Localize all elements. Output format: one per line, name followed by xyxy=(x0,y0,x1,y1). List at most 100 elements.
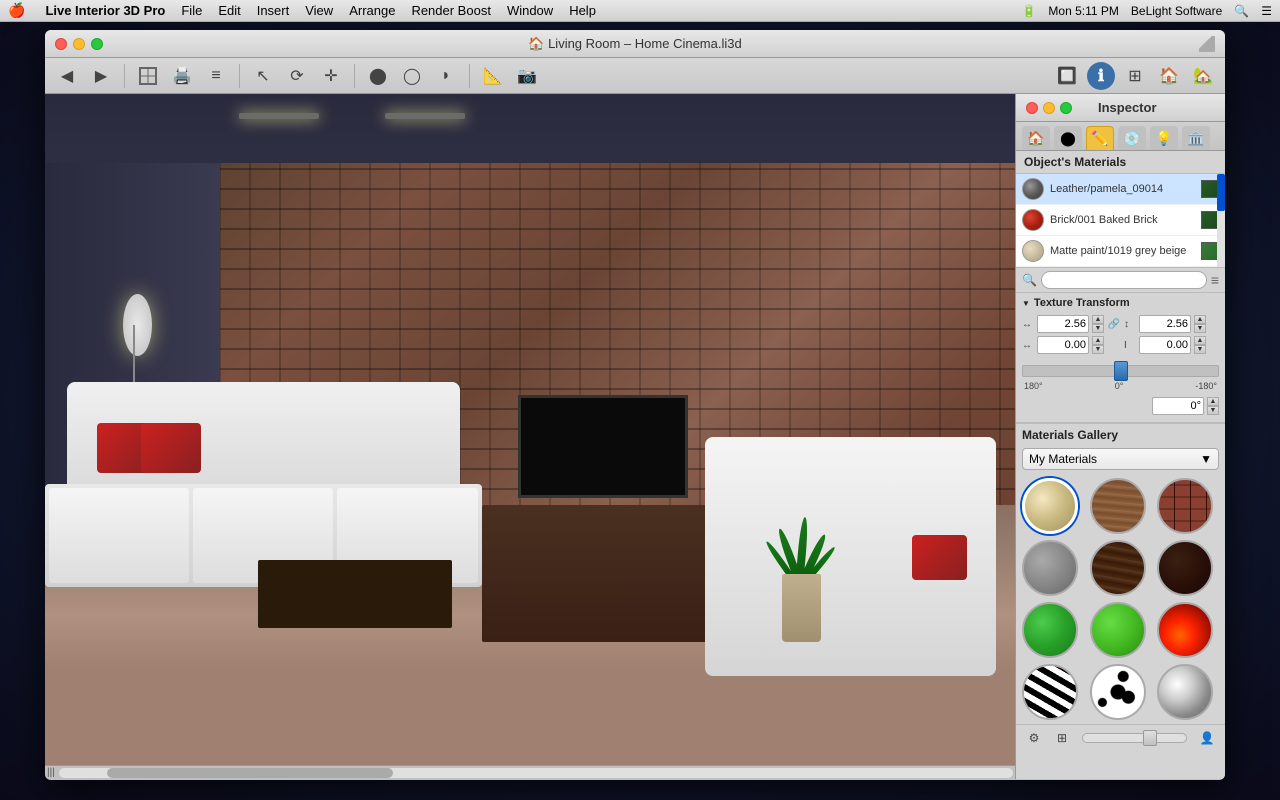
height-step-down[interactable]: ▼ xyxy=(1194,324,1206,333)
inspector-titlebar: Inspector xyxy=(1016,94,1225,122)
forward-button[interactable]: ▶ xyxy=(87,62,115,90)
floorplan-button[interactable] xyxy=(134,62,162,90)
height-step-up[interactable]: ▲ xyxy=(1194,315,1206,324)
x-step-down[interactable]: ▼ xyxy=(1092,345,1104,354)
scrollbar-track[interactable] xyxy=(59,768,1013,778)
edit-tool[interactable]: ⟳ xyxy=(283,62,311,90)
settings-icon[interactable]: ⚙ xyxy=(1022,728,1046,748)
texture-y-input[interactable]: 0.00 xyxy=(1139,336,1191,354)
eyedropper-icon[interactable]: 🔍 xyxy=(1022,273,1037,287)
menu-arrange[interactable]: Arrange xyxy=(349,3,395,18)
rotation-thumb[interactable] xyxy=(1114,361,1128,381)
tab-object[interactable]: ⬤ xyxy=(1054,126,1082,150)
tab-texture[interactable]: 💿 xyxy=(1118,126,1146,150)
gallery-item-dark-wood[interactable] xyxy=(1090,540,1146,596)
maximize-button[interactable] xyxy=(91,38,103,50)
view-2d[interactable]: ⊞ xyxy=(1121,62,1149,90)
menu-app-name[interactable]: Live Interior 3D Pro xyxy=(45,3,165,18)
x-stepper[interactable]: ▲ ▼ xyxy=(1092,336,1104,354)
gallery-item-beige[interactable] xyxy=(1022,478,1078,534)
width-step-up[interactable]: ▲ xyxy=(1092,315,1104,324)
material-item-leather[interactable]: Leather/pamela_09014 xyxy=(1016,174,1225,205)
gallery-dropdown[interactable]: My Materials ▼ xyxy=(1022,448,1219,470)
draw-point[interactable]: ⬤ xyxy=(364,62,392,90)
inspector-close[interactable] xyxy=(1026,102,1038,114)
menu-render-boost[interactable]: Render Boost xyxy=(411,3,491,18)
menu-view[interactable]: View xyxy=(305,3,333,18)
inspector-minimize[interactable] xyxy=(1043,102,1055,114)
texture-width-input[interactable]: 2.56 xyxy=(1037,315,1089,333)
tab-structure[interactable]: 🏛️ xyxy=(1182,126,1210,150)
texture-x-input[interactable]: 0.00 xyxy=(1037,336,1089,354)
person-icon[interactable]: 👤 xyxy=(1195,728,1219,748)
info-button[interactable]: ℹ xyxy=(1087,62,1115,90)
material-item-brick[interactable]: Brick/001 Baked Brick xyxy=(1016,205,1225,236)
3d-view-button[interactable]: 🔲 xyxy=(1053,62,1081,90)
texture-width-row: ↔ 2.56 ▲ ▼ 🔗 ↕ 2.56 xyxy=(1022,315,1219,333)
tab-home[interactable]: 🏠 xyxy=(1022,126,1050,150)
move-tool[interactable]: ✛ xyxy=(317,62,345,90)
gallery-item-fire[interactable] xyxy=(1157,602,1213,658)
viewport[interactable]: ||| xyxy=(45,94,1015,779)
gallery-item-wood[interactable] xyxy=(1090,478,1146,534)
y-step-down[interactable]: ▼ xyxy=(1194,345,1206,354)
viewport-scrollbar[interactable]: ||| xyxy=(45,765,1015,779)
tab-lighting[interactable]: 💡 xyxy=(1150,126,1178,150)
inspector-maximize[interactable] xyxy=(1060,102,1072,114)
coffee-table xyxy=(258,560,452,629)
minimize-button[interactable] xyxy=(73,38,85,50)
select-tool[interactable]: ↖ xyxy=(249,62,277,90)
apple-menu[interactable]: 🍎 xyxy=(8,2,25,19)
draw-arc[interactable]: ◗ xyxy=(432,62,460,90)
menu-insert[interactable]: Insert xyxy=(257,3,290,18)
view-house[interactable]: 🏠 xyxy=(1155,62,1183,90)
rotation-step-down[interactable]: ▼ xyxy=(1207,406,1219,415)
rotation-stepper[interactable]: ▲ ▼ xyxy=(1207,397,1219,415)
gallery-item-lime[interactable] xyxy=(1090,602,1146,658)
window-titlebar: 🏠 Living Room – Home Cinema.li3d xyxy=(45,30,1225,58)
rotation-track[interactable] xyxy=(1022,365,1219,377)
tab-materials[interactable]: ✏️ xyxy=(1086,126,1114,150)
measure-tool[interactable]: 📐 xyxy=(479,62,507,90)
height-stepper[interactable]: ▲ ▼ xyxy=(1194,315,1206,333)
x-step-up[interactable]: ▲ xyxy=(1092,336,1104,345)
close-button[interactable] xyxy=(55,38,67,50)
list-button[interactable]: ≡ xyxy=(202,62,230,90)
y-step-up[interactable]: ▲ xyxy=(1194,336,1206,345)
rotation-value-input[interactable]: 0° xyxy=(1152,397,1204,415)
gallery-item-brick[interactable] xyxy=(1157,478,1213,534)
menu-help[interactable]: Help xyxy=(569,3,596,18)
add-icon[interactable]: ⊞ xyxy=(1050,728,1074,748)
draw-circle[interactable]: ◯ xyxy=(398,62,426,90)
print-button[interactable]: 🖨️ xyxy=(168,62,196,90)
gallery-item-zebra[interactable] xyxy=(1022,664,1078,720)
search-icon[interactable]: 🔍 xyxy=(1234,4,1249,18)
rotation-slider-container[interactable] xyxy=(1022,365,1219,377)
separator-2 xyxy=(239,64,240,88)
back-button[interactable]: ◀ xyxy=(53,62,81,90)
width-step-down[interactable]: ▼ xyxy=(1092,324,1104,333)
material-item-paint[interactable]: Matte paint/1019 grey beige xyxy=(1016,236,1225,267)
view-exterior[interactable]: 🏡 xyxy=(1189,62,1217,90)
gallery-item-spot[interactable] xyxy=(1090,664,1146,720)
texture-height-input[interactable]: 2.56 xyxy=(1139,315,1191,333)
materials-section-header: Object's Materials xyxy=(1016,151,1225,174)
menu-icon[interactable]: ☰ xyxy=(1261,4,1272,18)
y-stepper[interactable]: ▲ ▼ xyxy=(1194,336,1206,354)
rotation-step-up[interactable]: ▲ xyxy=(1207,397,1219,406)
gallery-item-concrete[interactable] xyxy=(1022,540,1078,596)
menu-window[interactable]: Window xyxy=(507,3,553,18)
link-icon[interactable]: 🔗 xyxy=(1107,317,1121,331)
menu-dots-icon[interactable]: ≡ xyxy=(1211,272,1219,288)
camera-button[interactable]: 📷 xyxy=(513,62,541,90)
gallery-item-green[interactable] xyxy=(1022,602,1078,658)
zoom-slider[interactable] xyxy=(1082,733,1187,743)
search-input[interactable] xyxy=(1041,271,1207,289)
resize-handle[interactable] xyxy=(1199,36,1215,52)
materials-scrollbar[interactable] xyxy=(1217,174,1225,267)
gallery-item-dark-brown[interactable] xyxy=(1157,540,1213,596)
gallery-item-metal[interactable] xyxy=(1157,664,1213,720)
menu-edit[interactable]: Edit xyxy=(218,3,240,18)
width-stepper[interactable]: ▲ ▼ xyxy=(1092,315,1104,333)
menu-file[interactable]: File xyxy=(181,3,202,18)
